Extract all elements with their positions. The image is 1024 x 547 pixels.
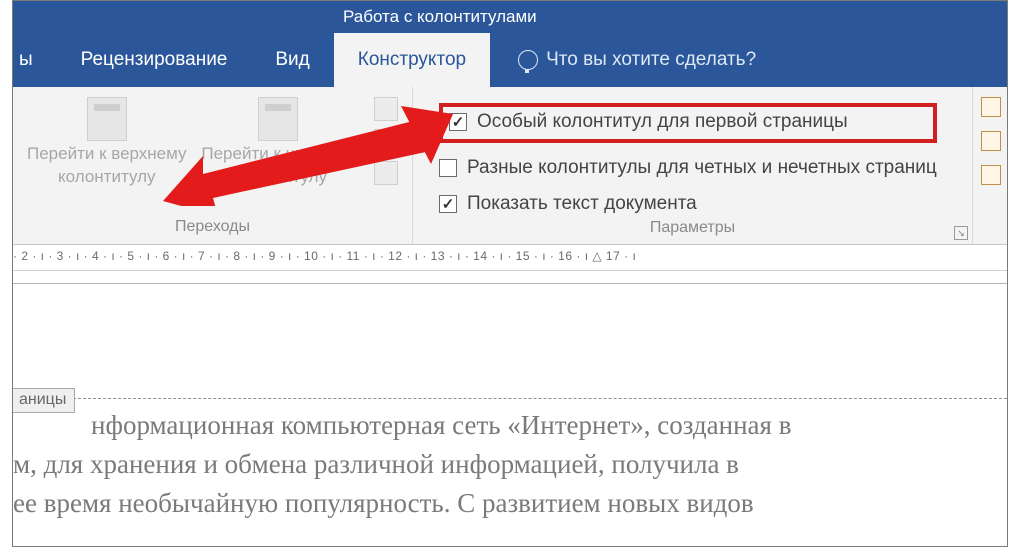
goto-footer-label1: Перейти к нижнему: [201, 143, 355, 164]
insert-tab-icon[interactable]: [981, 165, 1001, 185]
group-transitions-label: Переходы: [21, 214, 404, 244]
nav-small-buttons: [364, 93, 404, 185]
annotation-highlight: Особый колонтитул для первой страницы: [439, 103, 937, 143]
position-top-icon[interactable]: [981, 97, 1001, 117]
tab-designer[interactable]: Конструктор: [334, 33, 490, 87]
document-body: нформационная компьютерная сеть «Интерне…: [91, 406, 983, 445]
context-tab-bar: Работа с колонтитулами: [13, 1, 1007, 33]
dialog-launcher-icon[interactable]: ↘: [954, 226, 968, 240]
link-previous-icon[interactable]: [374, 161, 398, 185]
tab-review[interactable]: Рецензирование: [57, 33, 252, 87]
goto-header-button[interactable]: Перейти к верхнему колонтитулу: [21, 93, 193, 188]
checkbox-odd-even[interactable]: [439, 159, 457, 177]
tab-view[interactable]: Вид: [251, 33, 333, 87]
horizontal-ruler[interactable]: · 2 · ı · 3 · ı · 4 · ı · 5 · ı · 6 · ı …: [13, 245, 1007, 271]
group-transitions: Перейти к верхнему колонтитулу Перейти к…: [13, 87, 413, 244]
goto-header-label2: колонтитулу: [58, 166, 155, 187]
checkbox-show-text-label: Показать текст документа: [467, 193, 697, 215]
body-line-1: нформационная компьютерная сеть «Интерне…: [91, 406, 971, 445]
goto-header-label1: Перейти к верхнему: [27, 143, 187, 164]
tab-partial[interactable]: ы: [13, 33, 57, 87]
group-parameters: Особый колонтитул для первой страницы Ра…: [413, 87, 972, 244]
checkbox-first-page[interactable]: [449, 113, 467, 131]
ribbon: Перейти к верхнему колонтитулу Перейти к…: [13, 87, 1007, 245]
tell-me-search[interactable]: Что вы хотите сделать?: [490, 33, 756, 87]
header-boundary: [13, 398, 1007, 399]
header-tag: аницы: [13, 388, 75, 413]
lightbulb-icon: [518, 50, 538, 70]
prev-section-icon[interactable]: [374, 97, 398, 121]
document-body: м, для хранения и обмена различной инфор…: [13, 445, 983, 523]
footer-icon: [258, 97, 298, 141]
tell-me-label: Что вы хотите сделать?: [546, 49, 756, 71]
ribbon-tabs: ы Рецензирование Вид Конструктор Что вы …: [13, 33, 1007, 87]
ruler-ticks: · 2 · ı · 3 · ı · 4 · ı · 5 · ı · 6 · ı …: [13, 249, 636, 263]
checkbox-show-text[interactable]: [439, 195, 457, 213]
goto-footer-button[interactable]: Перейти к нижнему колонтитулу: [193, 93, 365, 188]
header-icon: [87, 97, 127, 141]
group-position-partial: [972, 87, 1007, 244]
group-parameters-label: Параметры: [421, 215, 964, 245]
next-section-icon[interactable]: [374, 129, 398, 153]
body-line-3: ее время необычайную популярность. С раз…: [13, 484, 971, 523]
goto-footer-label2: колонтитулу: [230, 166, 327, 187]
document-area[interactable]: аницы нформационная компьютерная сеть «И…: [13, 271, 1007, 531]
position-bottom-icon[interactable]: [981, 131, 1001, 151]
page: аницы нформационная компьютерная сеть «И…: [13, 283, 1007, 523]
checkbox-first-page-label: Особый колонтитул для первой страницы: [477, 111, 848, 133]
body-line-2: м, для хранения и обмена различной инфор…: [13, 445, 971, 484]
checkbox-odd-even-label: Разные колонтитулы для четных и нечетных…: [467, 157, 937, 179]
context-tab-label: Работа с колонтитулами: [343, 7, 537, 27]
